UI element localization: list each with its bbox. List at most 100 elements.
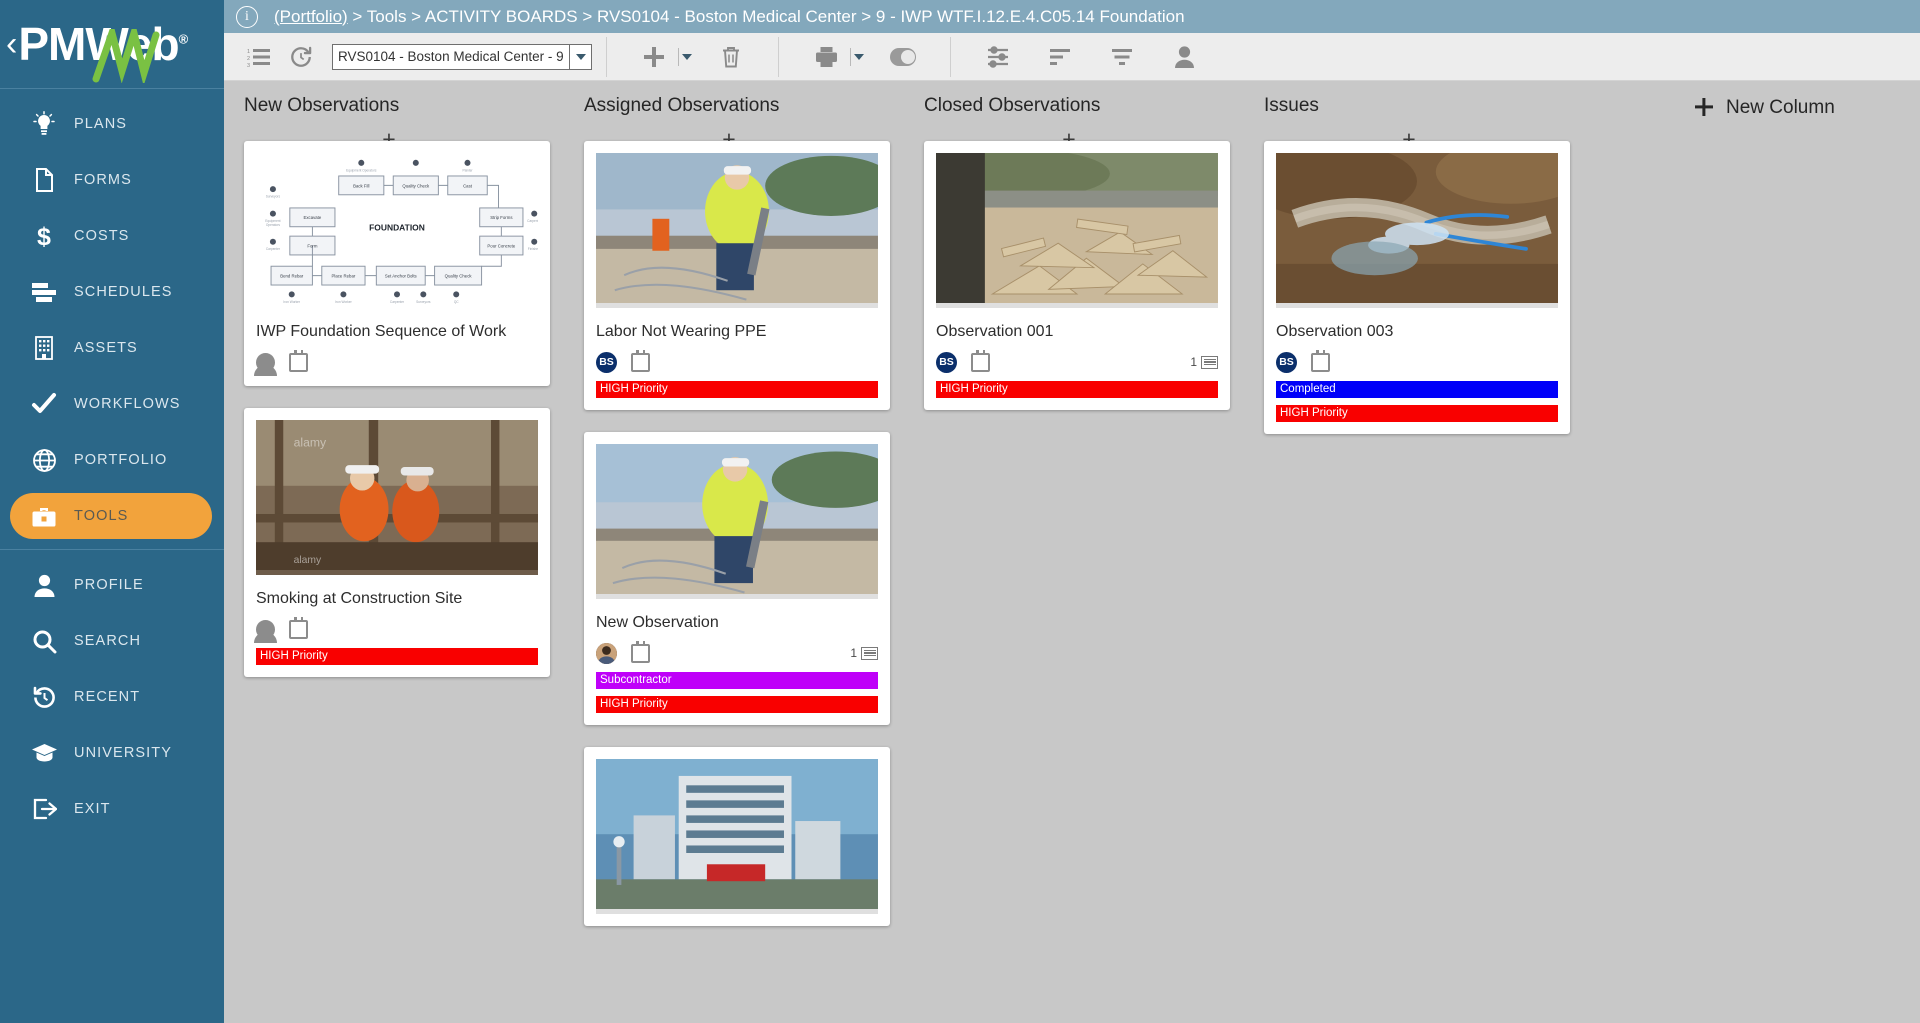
print-icon[interactable] (805, 37, 847, 77)
chevron-left-icon[interactable]: ‹ (6, 27, 17, 61)
sidebar-item-label: SEARCH (74, 633, 141, 649)
chevron-down-icon[interactable] (569, 45, 591, 69)
sidebar-item-exit[interactable]: EXIT (10, 786, 212, 832)
card[interactable] (584, 747, 890, 926)
column-assigned-observations: Labor Not Wearing PPE BS HIGH Priority (564, 141, 904, 1023)
card[interactable]: Observation 001 BS 1 HIGH Priority (924, 141, 1230, 410)
svg-text:Surveyors: Surveyors (266, 195, 281, 199)
status-badge-subcontractor: Subcontractor (596, 672, 878, 689)
sidebar-item-label: PLANS (74, 116, 127, 132)
app-root: ‹ PMWeb® PLANS FORMS $ COSTS (0, 0, 1920, 1023)
card-title: Smoking at Construction Site (256, 590, 538, 608)
user-icon[interactable] (1163, 37, 1205, 77)
card[interactable]: Observation 003 BS Completed HIGH Priori… (1264, 141, 1570, 434)
card[interactable]: New Observation 1 Subcontractor HIGH Pri… (584, 432, 890, 725)
svg-text:alamy: alamy (294, 435, 327, 449)
trash-icon[interactable] (710, 37, 752, 77)
add-caret-down-icon[interactable] (682, 54, 692, 60)
card-image-pipe-leak-photo (1276, 153, 1558, 308)
sidebar-item-label: WORKFLOWS (74, 396, 181, 412)
svg-text:Pour Concrete: Pour Concrete (487, 243, 515, 248)
brand-logo[interactable]: ‹ PMWeb® (0, 0, 224, 88)
card-footer (256, 617, 538, 641)
sidebar-divider-top (0, 88, 224, 89)
svg-text:Operators: Operators (266, 223, 281, 227)
calendar-icon (289, 353, 308, 372)
card-image-debris-photo (936, 153, 1218, 308)
card[interactable]: Back FillQuality CheckCast ExcavateForm … (244, 141, 550, 386)
sidebar-item-costs[interactable]: $ COSTS (10, 213, 212, 259)
brand-name: PMWeb® (18, 21, 187, 67)
svg-text:Quality Check: Quality Check (402, 183, 430, 188)
kanban-board: New Observations + Assigned Observations… (224, 81, 1920, 1023)
breadcrumb-root-link[interactable]: (Portfolio) (274, 7, 348, 26)
project-select[interactable]: RVS0104 - Boston Medical Center - 9 (332, 44, 592, 70)
svg-text:Form: Form (307, 243, 317, 248)
exit-door-icon (24, 794, 64, 824)
svg-text:Place Rebar: Place Rebar (332, 274, 356, 279)
contrast-toggle-icon[interactable] (882, 37, 924, 77)
sidebar-item-recent[interactable]: RECENT (10, 674, 212, 720)
card-footer: BS 1 (936, 350, 1218, 374)
column-issues: Observation 003 BS Completed HIGH Priori… (1244, 141, 1584, 1023)
sidebar-item-assets[interactable]: ASSETS (10, 325, 212, 371)
sidebar-item-label: PORTFOLIO (74, 452, 167, 468)
sidebar-item-tools[interactable]: TOOLS (10, 493, 212, 539)
card-title: Observation 003 (1276, 323, 1558, 341)
main-area: i (Portfolio) > Tools > ACTIVITY BOARDS … (224, 0, 1920, 1023)
svg-text:1: 1 (247, 49, 250, 55)
sidebar-item-label: RECENT (74, 689, 140, 705)
card-title: Observation 001 (936, 323, 1218, 341)
numbered-list-icon[interactable]: 123 (238, 37, 280, 77)
sidebar-item-search[interactable]: SEARCH (10, 618, 212, 664)
svg-text:Carpenter: Carpenter (266, 247, 281, 251)
status-badge-priority: HIGH Priority (256, 648, 538, 665)
sidebar-item-university[interactable]: UNIVERSITY (10, 730, 212, 776)
svg-text:2: 2 (247, 56, 250, 62)
svg-text:Finishers: Finishers (528, 247, 538, 251)
plus-icon[interactable] (633, 37, 675, 77)
count-value: 1 (1190, 355, 1197, 369)
sidebar-item-forms[interactable]: FORMS (10, 157, 212, 203)
info-icon[interactable]: i (236, 6, 258, 28)
sidebar-item-label: SCHEDULES (74, 284, 173, 300)
svg-text:Strip Forms: Strip Forms (490, 215, 512, 220)
card[interactable]: alamy alamy Smoking at Construction Site… (244, 408, 550, 677)
sort-icon[interactable] (1039, 37, 1081, 77)
sidebar-item-workflows[interactable]: WORKFLOWS (10, 381, 212, 427)
svg-text:Carpenter: Carpenter (390, 300, 405, 304)
card-title: Labor Not Wearing PPE (596, 323, 878, 341)
flowchart-title: FOUNDATION (369, 223, 425, 233)
sidebar-item-portfolio[interactable]: PORTFOLIO (10, 437, 212, 483)
sidebar-item-profile[interactable]: PROFILE (10, 562, 212, 608)
kanban-columns: Back FillQuality CheckCast ExcavateForm … (224, 141, 1920, 1023)
sliders-icon[interactable] (977, 37, 1019, 77)
filter-icon[interactable] (1101, 37, 1143, 77)
card-image-building-photo (596, 759, 878, 914)
dollar-icon: $ (24, 221, 64, 251)
svg-text:Quality Check: Quality Check (445, 274, 473, 279)
avatar: BS (596, 352, 617, 373)
card-title: New Observation (596, 614, 878, 632)
avatar (256, 620, 275, 639)
column-title: Assigned Observations (584, 95, 904, 117)
attachment-count: 1 (850, 646, 878, 660)
svg-text:Excavate: Excavate (304, 215, 322, 220)
sidebar-item-schedules[interactable]: SCHEDULES (10, 269, 212, 315)
avatar (256, 353, 275, 372)
toolbar-group-left: 123 RVS0104 - Boston Medical Center - 9 (224, 33, 606, 81)
column-title: Closed Observations (924, 95, 1244, 117)
sidebar-item-plans[interactable]: PLANS (10, 101, 212, 147)
lightbulb-icon (24, 109, 64, 139)
card-footer: BS (596, 350, 878, 374)
document-icon (24, 165, 64, 195)
globe-icon (24, 445, 64, 475)
avatar: BS (1276, 352, 1297, 373)
svg-text:$: $ (37, 223, 51, 250)
card[interactable]: Labor Not Wearing PPE BS HIGH Priority (584, 141, 890, 410)
bars-icon (24, 277, 64, 307)
svg-text:Carpenter: Carpenter (527, 219, 538, 223)
history-revert-icon[interactable] (280, 37, 322, 77)
card-footer (256, 350, 538, 374)
print-caret-down-icon[interactable] (854, 54, 864, 60)
